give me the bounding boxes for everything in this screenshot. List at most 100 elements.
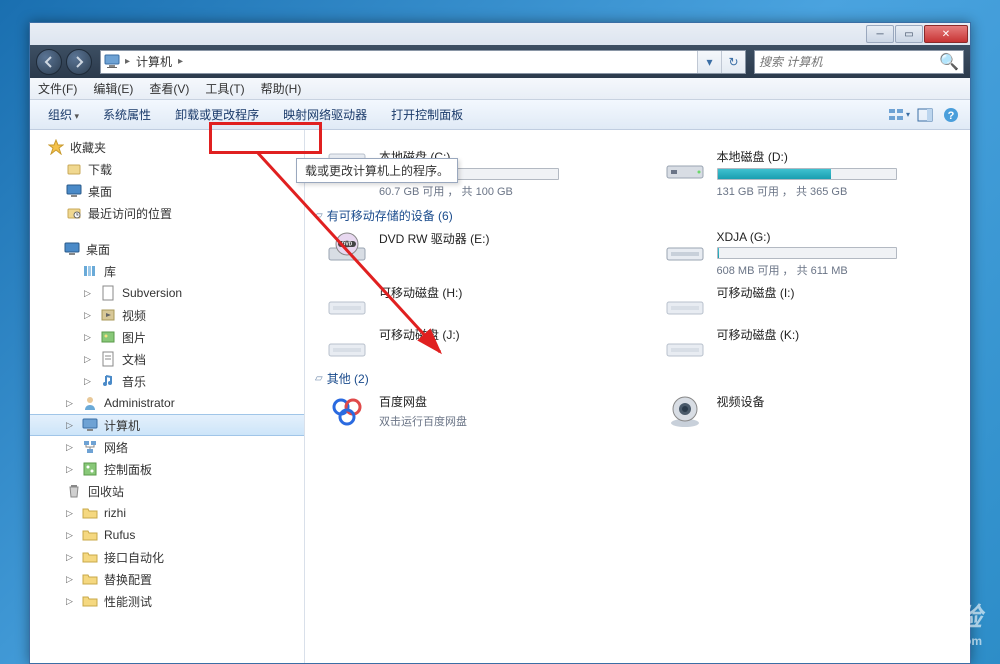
sidebar-subversion[interactable]: ▷ Subversion xyxy=(30,282,304,304)
downloads-icon xyxy=(66,161,82,177)
sidebar-downloads[interactable]: 下载 xyxy=(30,158,304,180)
expand-icon[interactable]: ▷ xyxy=(84,376,94,387)
document-icon xyxy=(100,351,116,367)
baidu-icon xyxy=(325,393,369,429)
organize-button[interactable]: 组织 xyxy=(38,102,89,127)
recyclebin-icon xyxy=(66,483,82,499)
drive-e[interactable]: DVD DVD RW 驱动器 (E:) xyxy=(325,230,623,278)
star-icon xyxy=(48,139,64,155)
help-button[interactable]: ? xyxy=(940,104,962,126)
arrow-right-icon xyxy=(73,56,85,68)
expand-icon[interactable]: ▷ xyxy=(66,552,76,563)
sidebar-folder-rizhi[interactable]: ▷ rizhi xyxy=(30,502,304,524)
menu-edit[interactable]: 编辑(E) xyxy=(85,80,141,97)
sidebar-music[interactable]: ▷ 音乐 xyxy=(30,370,304,392)
drive-g[interactable]: XDJA (G:) 608 MB 可用 ， 共 611 MB xyxy=(663,230,961,278)
other-header[interactable]: 其他 (2) xyxy=(315,370,960,387)
drive-usage: 131 GB 可用 ， 共 365 GB xyxy=(717,183,961,199)
drive-i[interactable]: 可移动磁盘 (I:) xyxy=(663,284,961,320)
sidebar-controlpanel[interactable]: ▷ 控制面板 xyxy=(30,458,304,480)
preview-pane-button[interactable] xyxy=(914,104,936,126)
sidebar-folder-replace[interactable]: ▷ 替换配置 xyxy=(30,568,304,590)
close-button[interactable]: ✕ xyxy=(924,25,968,43)
forward-button[interactable] xyxy=(66,49,92,75)
drive-usage: 60.7 GB 可用 ， 共 100 GB xyxy=(379,183,623,199)
sidebar-recyclebin[interactable]: 回收站 xyxy=(30,480,304,502)
favorites-group: 收藏夹 下载 桌面 最近访问的位置 xyxy=(30,136,304,224)
sidebar-desktop-fav[interactable]: 桌面 xyxy=(30,180,304,202)
uninstall-change-programs-button[interactable]: 卸载或更改程序 xyxy=(165,102,269,127)
system-properties-button[interactable]: 系统属性 xyxy=(93,102,161,127)
usage-bar xyxy=(717,247,897,259)
expand-icon[interactable]: ▷ xyxy=(66,530,76,541)
sidebar-folder-api[interactable]: ▷ 接口自动化 xyxy=(30,546,304,568)
search-input[interactable] xyxy=(759,55,939,69)
removable-icon xyxy=(325,326,369,362)
sidebar-videos[interactable]: ▷ 视频 xyxy=(30,304,304,326)
sidebar-recent[interactable]: 最近访问的位置 xyxy=(30,202,304,224)
baidu-netdisk[interactable]: 百度网盘 双击运行百度网盘 xyxy=(325,393,623,429)
back-button[interactable] xyxy=(36,49,62,75)
expand-icon[interactable]: ▷ xyxy=(84,354,94,365)
removable-header[interactable]: 有可移动存储的设备 (6) xyxy=(315,207,960,224)
expand-icon[interactable]: ▷ xyxy=(84,288,94,299)
breadcrumb-root[interactable]: 计算机 xyxy=(132,53,176,70)
open-control-panel-button[interactable]: 打开控制面板 xyxy=(381,102,473,127)
desktop-icon xyxy=(66,183,82,199)
arrow-left-icon xyxy=(43,56,55,68)
drive-j[interactable]: 可移动磁盘 (J:) xyxy=(325,326,623,362)
address-bar[interactable]: ▸ 计算机 ▸ ▾ ↻ xyxy=(100,50,746,74)
favorites-header[interactable]: 收藏夹 xyxy=(30,136,304,158)
network-icon xyxy=(82,439,98,455)
refresh-button[interactable]: ↻ xyxy=(721,51,745,73)
controlpanel-icon xyxy=(82,461,98,477)
view-options-button[interactable]: ▾ xyxy=(888,104,910,126)
expand-icon[interactable]: ▷ xyxy=(66,508,76,519)
menu-tools[interactable]: 工具(T) xyxy=(197,80,252,97)
removable-icon xyxy=(663,230,707,266)
search-icon: 🔍 xyxy=(939,52,959,72)
sidebar-folder-perf[interactable]: ▷ 性能测试 xyxy=(30,590,304,612)
expand-icon[interactable]: ▷ xyxy=(66,464,76,475)
dropdown-button[interactable]: ▾ xyxy=(697,51,721,73)
maximize-button[interactable]: ▭ xyxy=(895,25,923,43)
drive-h[interactable]: 可移动磁盘 (H:) xyxy=(325,284,623,320)
sidebar-libraries[interactable]: 库 xyxy=(30,260,304,282)
removable-icon xyxy=(663,284,707,320)
menu-view[interactable]: 查看(V) xyxy=(141,80,197,97)
sidebar-documents[interactable]: ▷ 文档 xyxy=(30,348,304,370)
sidebar-user[interactable]: ▷ Administrator xyxy=(30,392,304,414)
sidebar-network[interactable]: ▷ 网络 xyxy=(30,436,304,458)
hdd-icon xyxy=(663,148,707,184)
video-icon xyxy=(100,307,116,323)
music-icon xyxy=(100,373,116,389)
drive-d[interactable]: 本地磁盘 (D:) 131 GB 可用 ， 共 365 GB xyxy=(663,148,961,199)
map-network-drive-button[interactable]: 映射网络驱动器 xyxy=(273,102,377,127)
expand-icon[interactable]: ▷ xyxy=(66,420,76,431)
item-name: 视频设备 xyxy=(717,393,961,410)
usage-bar xyxy=(717,168,897,180)
expand-icon[interactable]: ▷ xyxy=(66,596,76,607)
menu-help[interactable]: 帮助(H) xyxy=(253,80,310,97)
video-device[interactable]: 视频设备 xyxy=(663,393,961,429)
menu-file[interactable]: 文件(F) xyxy=(30,80,85,97)
sidebar-desktop[interactable]: 桌面 xyxy=(30,238,304,260)
expand-icon[interactable]: ▷ xyxy=(66,574,76,585)
expand-icon[interactable]: ▷ xyxy=(84,332,94,343)
help-icon: ? xyxy=(943,107,959,123)
expand-icon[interactable]: ▷ xyxy=(66,398,76,409)
folder-icon xyxy=(82,527,98,543)
navbar: ▸ 计算机 ▸ ▾ ↻ 🔍 xyxy=(30,45,970,78)
drive-name: 可移动磁盘 (H:) xyxy=(379,284,623,301)
sidebar-computer[interactable]: ▷ 计算机 xyxy=(30,414,304,436)
sidebar-folder-rufus[interactable]: ▷ Rufus xyxy=(30,524,304,546)
expand-icon[interactable]: ▷ xyxy=(66,442,76,453)
dvd-icon: DVD xyxy=(325,230,369,266)
search-bar[interactable]: 🔍 xyxy=(754,50,964,74)
folder-icon xyxy=(82,571,98,587)
computer-icon xyxy=(103,52,123,72)
expand-icon[interactable]: ▷ xyxy=(84,310,94,321)
sidebar-pictures[interactable]: ▷ 图片 xyxy=(30,326,304,348)
drive-k[interactable]: 可移动磁盘 (K:) xyxy=(663,326,961,362)
minimize-button[interactable]: ─ xyxy=(866,25,894,43)
